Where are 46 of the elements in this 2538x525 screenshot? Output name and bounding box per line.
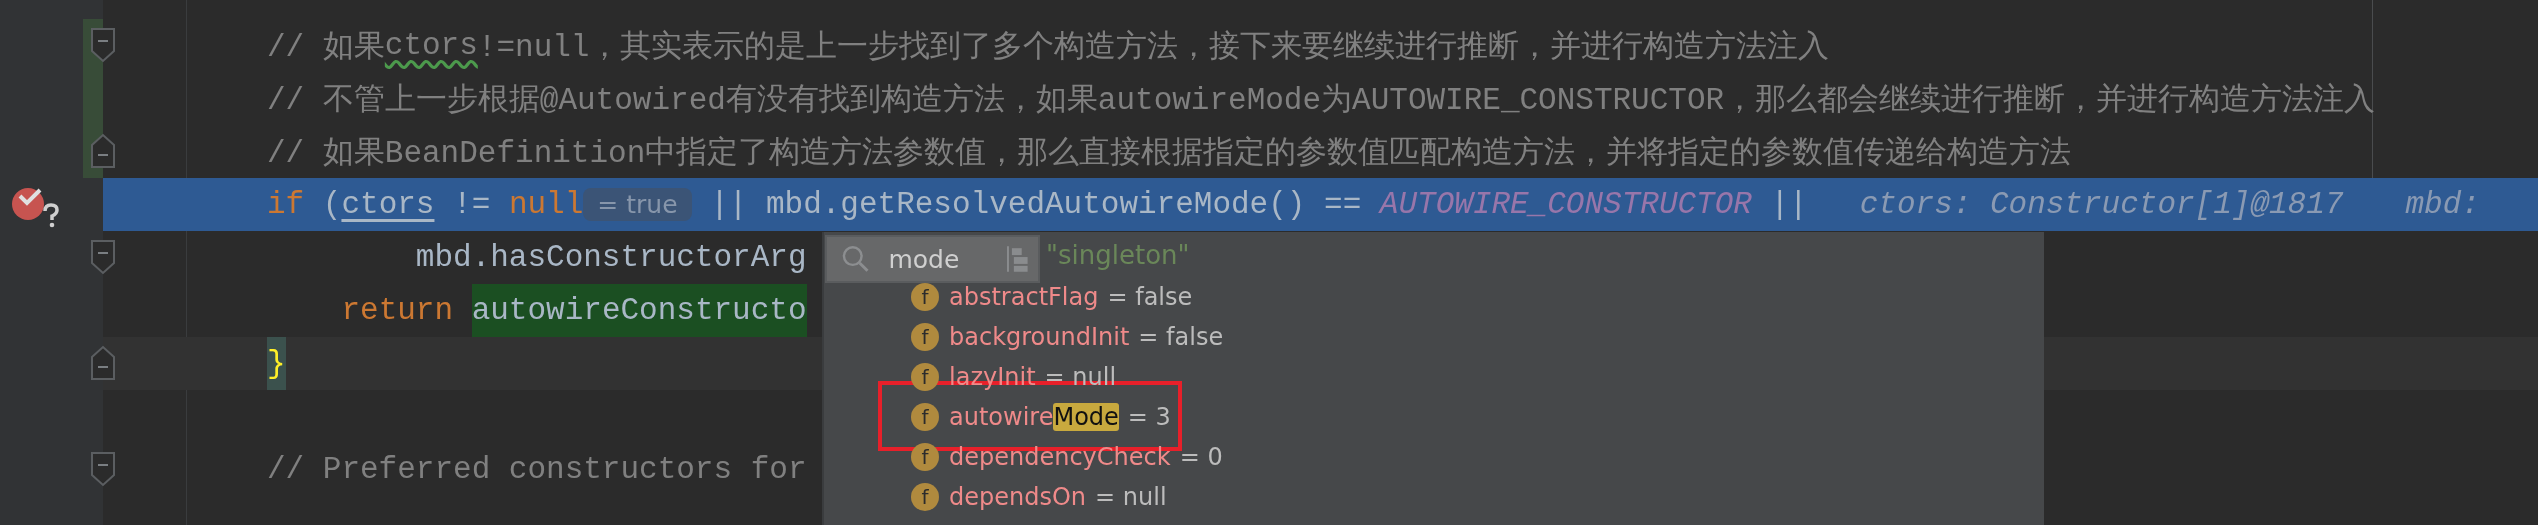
search-match: Mode — [1053, 403, 1119, 431]
code-comment: // 不管上一步根据@Autowired有没有找到构造方法，如果autowireMode为AUTOWIRE_CONSTRUCTOR，那么都会继续进行推断，并进行构造方法注入 — [267, 82, 2376, 118]
field-badge: f — [911, 483, 939, 511]
code-text: || — [1770, 187, 1808, 222]
field-name: dependsOn — [949, 483, 1087, 511]
field-badge: f — [911, 283, 939, 311]
fold-icon[interactable] — [90, 239, 116, 275]
field-value: = null — [1095, 483, 1167, 511]
search-input[interactable]: mode — [878, 244, 999, 274]
closing-brace: } — [267, 337, 286, 390]
code-text: || mbd.getResolvedAutowireMode() == — [710, 187, 1362, 222]
field-badge: f — [911, 323, 939, 351]
search-field[interactable]: mode — [825, 235, 1040, 283]
variable-name: ctors — [341, 187, 435, 222]
code-comment: // 如果 — [267, 29, 385, 65]
misspelled-word: ctors — [384, 28, 478, 63]
inline-value: mbd: — [2405, 187, 2480, 222]
field-value: = 0 — [1179, 443, 1223, 471]
fold-icon[interactable] — [90, 451, 116, 487]
code-comment: !=null，其实表示的是上一步找到了多个构造方法，接下来要继续进行推断，并进行构造方法注入 — [477, 29, 1830, 65]
keyword: if — [267, 187, 305, 222]
search-icon — [841, 244, 871, 274]
constant-name: AUTOWIRE_CONSTRUCTOR — [1379, 187, 1752, 222]
field-name: autowire — [949, 403, 1054, 431]
field-name: dependencyCheck — [949, 443, 1171, 471]
value-hint: = true — [583, 188, 692, 221]
field-name: abstractFlag — [949, 283, 1099, 311]
string-value: "singleton" — [1046, 240, 1190, 270]
code-text: != — [453, 187, 491, 222]
fold-icon[interactable] — [90, 133, 116, 169]
field-value: = false — [1107, 283, 1193, 311]
method-call: autowireConstructo — [471, 284, 807, 337]
field-badge: f — [911, 403, 939, 431]
field-badge: f — [911, 443, 939, 471]
field-value: = 3 — [1127, 403, 1171, 431]
field-value: = false — [1138, 323, 1224, 351]
code-text: ( — [322, 187, 342, 222]
code-comment: // 如果BeanDefinition中指定了构造方法参数值，那么直接根据指定的参数值匹配构造方法，并将指定的参数值传递给构造方法 — [267, 135, 2072, 171]
keyword: return — [341, 293, 454, 328]
keyword: null — [508, 187, 584, 222]
field-badge: f — [911, 363, 939, 391]
code-comment: // Preferred constructors for — [267, 452, 807, 487]
inline-value: ctors: Constructor[1]@1817 — [1859, 187, 2344, 222]
fold-icon[interactable] — [90, 27, 116, 63]
code-text: mbd.hasConstructorArg — [415, 240, 807, 275]
field-name: backgroundInit — [949, 323, 1130, 351]
